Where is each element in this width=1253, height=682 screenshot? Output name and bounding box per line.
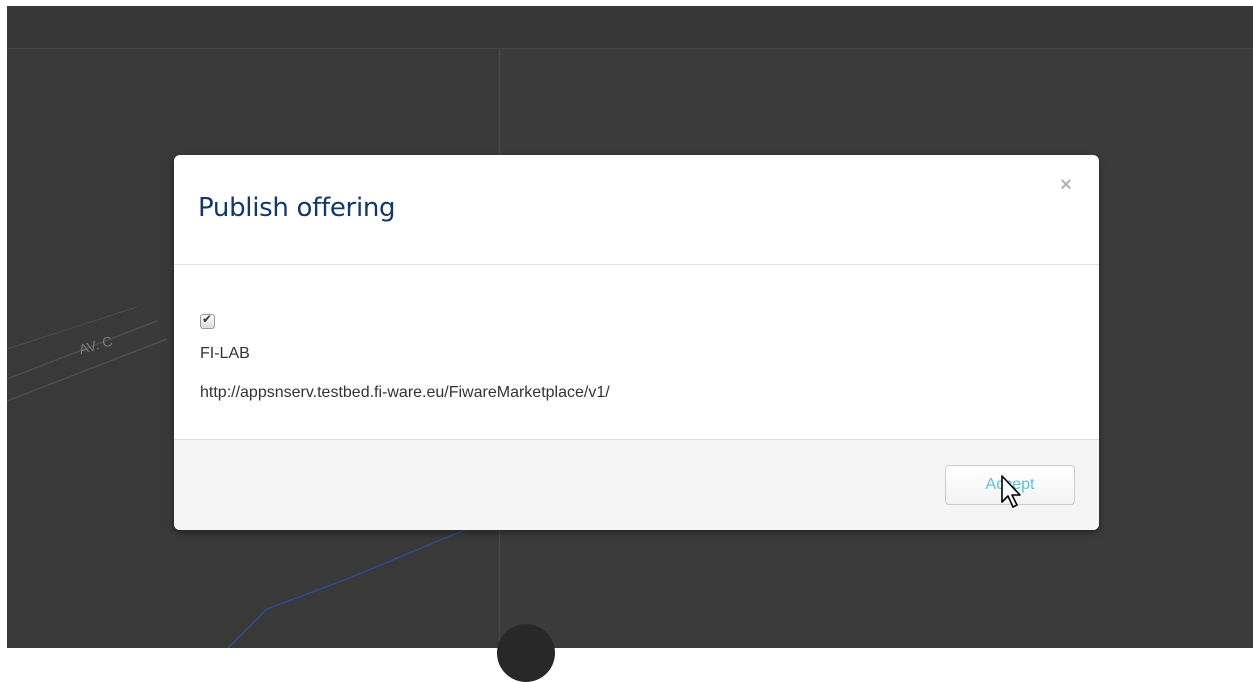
checkmark-icon: ✔	[202, 312, 213, 326]
marketplace-name: FI-LAB	[200, 345, 250, 362]
close-icon[interactable]: ×	[1057, 175, 1075, 195]
dialog-footer: Accept	[174, 439, 1099, 530]
marketplace-url: http://appsnserv.testbed.fi-ware.eu/Fiwa…	[200, 384, 610, 401]
dialog-header: Publish offering ×	[174, 155, 1099, 265]
arrow-pointer-icon	[1001, 475, 1021, 508]
publish-offering-dialog: Publish offering × ✔ FI-LAB http://appsn…	[174, 155, 1099, 530]
dialog-title: Publish offering	[198, 193, 396, 223]
marketplace-checkbox[interactable]: ✔	[200, 312, 215, 329]
dialog-body: ✔ FI-LAB http://appsnserv.testbed.fi-war…	[174, 265, 1099, 439]
